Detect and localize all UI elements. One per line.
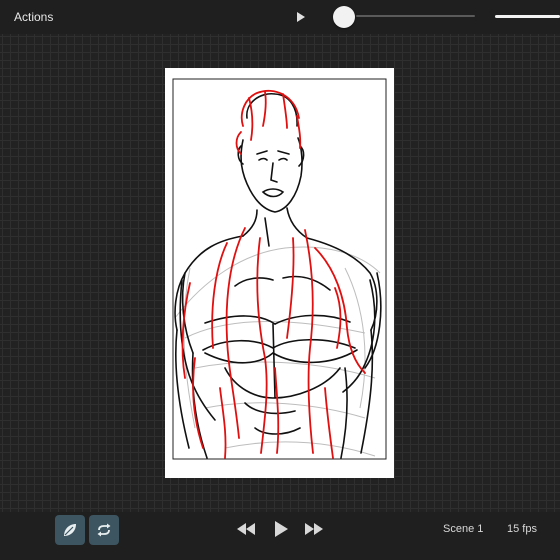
fps-label[interactable]: 15 fps <box>507 523 537 535</box>
onion-skin-icon <box>64 524 76 536</box>
actions-menu[interactable]: Actions <box>14 10 53 24</box>
onion-skin-button[interactable] <box>55 515 85 545</box>
panel-border <box>172 78 387 460</box>
rewind-icon[interactable] <box>236 520 256 538</box>
play-icon[interactable] <box>296 11 306 23</box>
play-icon[interactable] <box>273 520 289 538</box>
fast-forward-icon[interactable] <box>304 520 324 538</box>
drawing-paper[interactable] <box>165 68 394 478</box>
loop-icon <box>97 523 111 537</box>
top-toolbar: Actions <box>0 0 560 34</box>
opacity-slider-track[interactable] <box>356 15 475 17</box>
sketch-drawing <box>172 78 387 460</box>
loop-button[interactable] <box>89 515 119 545</box>
opacity-slider-knob[interactable] <box>333 6 355 28</box>
frame-progress-bar[interactable] <box>495 15 560 18</box>
scene-label[interactable]: Scene 1 <box>443 523 483 535</box>
